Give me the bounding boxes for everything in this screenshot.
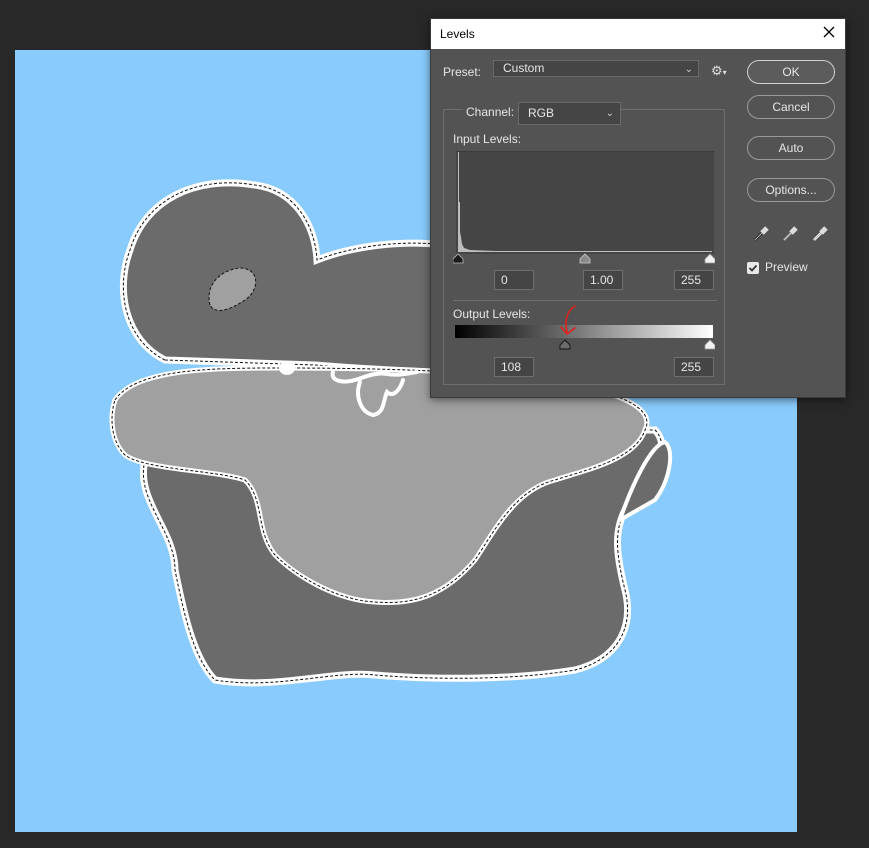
preview-label: Preview xyxy=(765,260,808,274)
auto-button[interactable]: Auto xyxy=(747,136,835,160)
close-icon[interactable] xyxy=(821,24,837,40)
output-white-handle xyxy=(704,339,715,350)
preset-value: Custom xyxy=(503,61,545,75)
dialog-title: Levels xyxy=(440,27,475,41)
chevron-down-icon: ⌄ xyxy=(684,64,693,75)
options-button[interactable]: Options... xyxy=(747,178,835,202)
output-black-handle xyxy=(559,339,571,350)
input-white-handle xyxy=(704,253,715,264)
checkmark-icon xyxy=(748,264,758,272)
annotation-arrow-icon xyxy=(560,305,576,335)
preset-label: Preset: xyxy=(443,65,482,79)
output-white-field[interactable]: 255 xyxy=(674,357,714,377)
separator xyxy=(453,300,717,301)
channel-value: RGB xyxy=(528,106,555,120)
input-gamma-handle xyxy=(579,253,591,264)
levels-dialog: Levels Preset: Custom ⌄ ⚙▾ Channel: RGB … xyxy=(430,18,846,398)
ok-button[interactable]: OK xyxy=(747,60,835,84)
eyedropper-black-icon[interactable] xyxy=(752,225,770,243)
eyedropper-gray-icon[interactable] xyxy=(781,225,799,243)
output-slider[interactable] xyxy=(453,339,715,351)
input-gamma-field[interactable]: 1.00 xyxy=(583,270,623,290)
cancel-button[interactable]: Cancel xyxy=(747,95,835,119)
output-levels-label: Output Levels: xyxy=(453,307,531,321)
input-black-handle xyxy=(453,253,464,264)
input-levels-label: Input Levels: xyxy=(453,132,522,146)
input-black-field[interactable]: 0 xyxy=(494,270,534,290)
input-slider[interactable] xyxy=(453,253,715,265)
gear-icon[interactable]: ⚙▾ xyxy=(711,63,727,79)
preset-dropdown[interactable]: Custom ⌄ xyxy=(493,60,699,77)
eyedropper-white-icon[interactable] xyxy=(811,225,829,243)
channel-dropdown[interactable]: RGB ⌄ xyxy=(518,102,621,125)
output-black-field[interactable]: 108 xyxy=(494,357,534,377)
chevron-down-icon: ⌄ xyxy=(605,108,614,119)
preview-checkbox[interactable] xyxy=(747,262,759,274)
dialog-titlebar[interactable]: Levels xyxy=(431,19,845,49)
histogram xyxy=(456,151,714,254)
channel-label: Channel: xyxy=(463,105,518,119)
input-white-field[interactable]: 255 xyxy=(674,270,714,290)
